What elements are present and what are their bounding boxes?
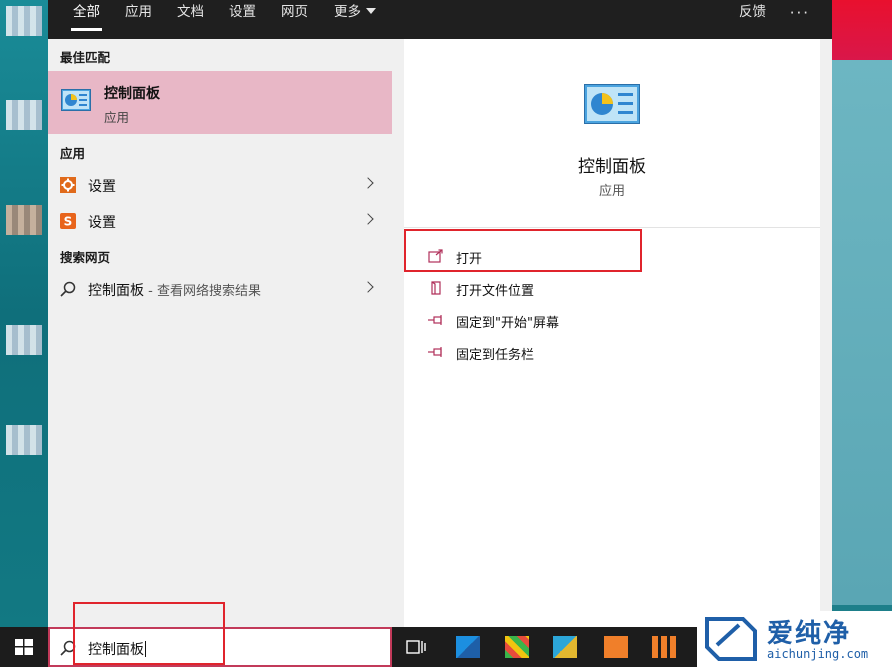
- app-result-settings[interactable]: 设置: [48, 168, 392, 202]
- tab-documents[interactable]: 文档: [177, 0, 204, 39]
- chevron-right-icon[interactable]: [362, 177, 374, 189]
- windows-start-icon[interactable]: [15, 639, 33, 655]
- tab-more-label: 更多: [334, 4, 361, 20]
- highlight-open-annotation: [404, 229, 642, 272]
- app-result-sogou-settings[interactable]: S 设置: [48, 204, 392, 238]
- tab-settings[interactable]: 设置: [229, 0, 256, 39]
- desktop-background-right: [832, 0, 892, 605]
- app-result-label: 设置: [88, 179, 116, 195]
- action-pin-to-taskbar-label: 固定到任务栏: [456, 348, 535, 363]
- best-match-subtitle: 应用: [104, 110, 130, 125]
- desktop-icon[interactable]: [6, 205, 42, 235]
- chevron-right-icon[interactable]: [362, 281, 374, 293]
- desktop-icon[interactable]: [6, 6, 42, 36]
- watermark-brand: 爱纯净: [767, 619, 852, 649]
- divider: [404, 227, 820, 228]
- desktop-icon[interactable]: [6, 425, 42, 455]
- tab-web[interactable]: 网页: [281, 0, 308, 39]
- action-pin-to-start-label: 固定到"开始"屏幕: [456, 316, 559, 331]
- detail-subtitle: 应用: [598, 184, 625, 199]
- best-match-header: 最佳匹配: [60, 50, 111, 65]
- tab-more[interactable]: 更多: [334, 0, 376, 39]
- web-result-suffix: - 查看网络搜索结果: [144, 284, 261, 299]
- action-open-file-location-label: 打开文件位置: [456, 284, 535, 299]
- taskbar-app-icon[interactable]: [505, 636, 529, 658]
- detail-title: 控制面板: [578, 157, 646, 177]
- start-search-panel: 全部 应用 文档 设置 网页 更多 反馈 ··· 最佳匹配 控制面板 应用 应用: [48, 0, 832, 627]
- web-result-label: 控制面板 - 查看网络搜索结果: [88, 280, 261, 300]
- chevron-down-icon: [366, 8, 376, 14]
- task-view-icon[interactable]: [406, 638, 426, 656]
- tab-apps[interactable]: 应用: [125, 0, 152, 39]
- web-search-result[interactable]: 控制面板 - 查看网络搜索结果: [48, 272, 392, 306]
- sogou-s-icon: S: [60, 213, 76, 229]
- svg-text:S: S: [64, 215, 73, 229]
- taskbar-app-icon[interactable]: [553, 636, 577, 658]
- control-panel-large-icon: [584, 84, 640, 124]
- app-result-label: 设置: [88, 215, 116, 231]
- taskbar-app-icon[interactable]: [652, 636, 676, 658]
- watermark: 爱纯净 aichunjing.com: [697, 611, 892, 667]
- apps-header: 应用: [60, 146, 86, 161]
- tab-all[interactable]: 全部: [71, 0, 102, 39]
- search-filter-tabbar: 全部 应用 文档 设置 网页 更多 反馈 ···: [48, 0, 832, 39]
- feedback-button[interactable]: 反馈: [739, 0, 766, 39]
- pin-icon: [428, 315, 442, 325]
- best-match-item[interactable]: 控制面板 应用: [48, 71, 392, 134]
- watermark-url: aichunjing.com: [767, 647, 869, 661]
- web-result-query: 控制面板: [88, 283, 144, 299]
- desktop-background-left: [0, 0, 48, 627]
- settings-gear-icon: [60, 177, 76, 193]
- watermark-logo-icon: [705, 617, 757, 661]
- desktop-icon[interactable]: [6, 325, 42, 355]
- taskbar-app-icon[interactable]: [604, 636, 628, 658]
- results-pane: 最佳匹配 控制面板 应用 应用 设置 S 设置 搜索网页 控制面板 - 查看网络…: [48, 39, 404, 627]
- best-match-title: 控制面板: [104, 86, 160, 102]
- more-options-icon[interactable]: ···: [790, 4, 810, 22]
- control-panel-icon: [61, 89, 91, 111]
- pin-icon: [428, 347, 442, 357]
- taskbar-app-icon[interactable]: [456, 636, 480, 658]
- file-location-icon: [431, 281, 441, 295]
- web-search-header: 搜索网页: [60, 250, 111, 265]
- desktop-icon[interactable]: [6, 100, 42, 130]
- search-icon: [60, 281, 76, 297]
- chevron-right-icon[interactable]: [362, 213, 374, 225]
- highlight-search-annotation: [73, 602, 225, 665]
- details-pane: 控制面板 应用 打开 打开文件位置 固定到"开始"屏幕 固定到任务栏: [404, 39, 820, 627]
